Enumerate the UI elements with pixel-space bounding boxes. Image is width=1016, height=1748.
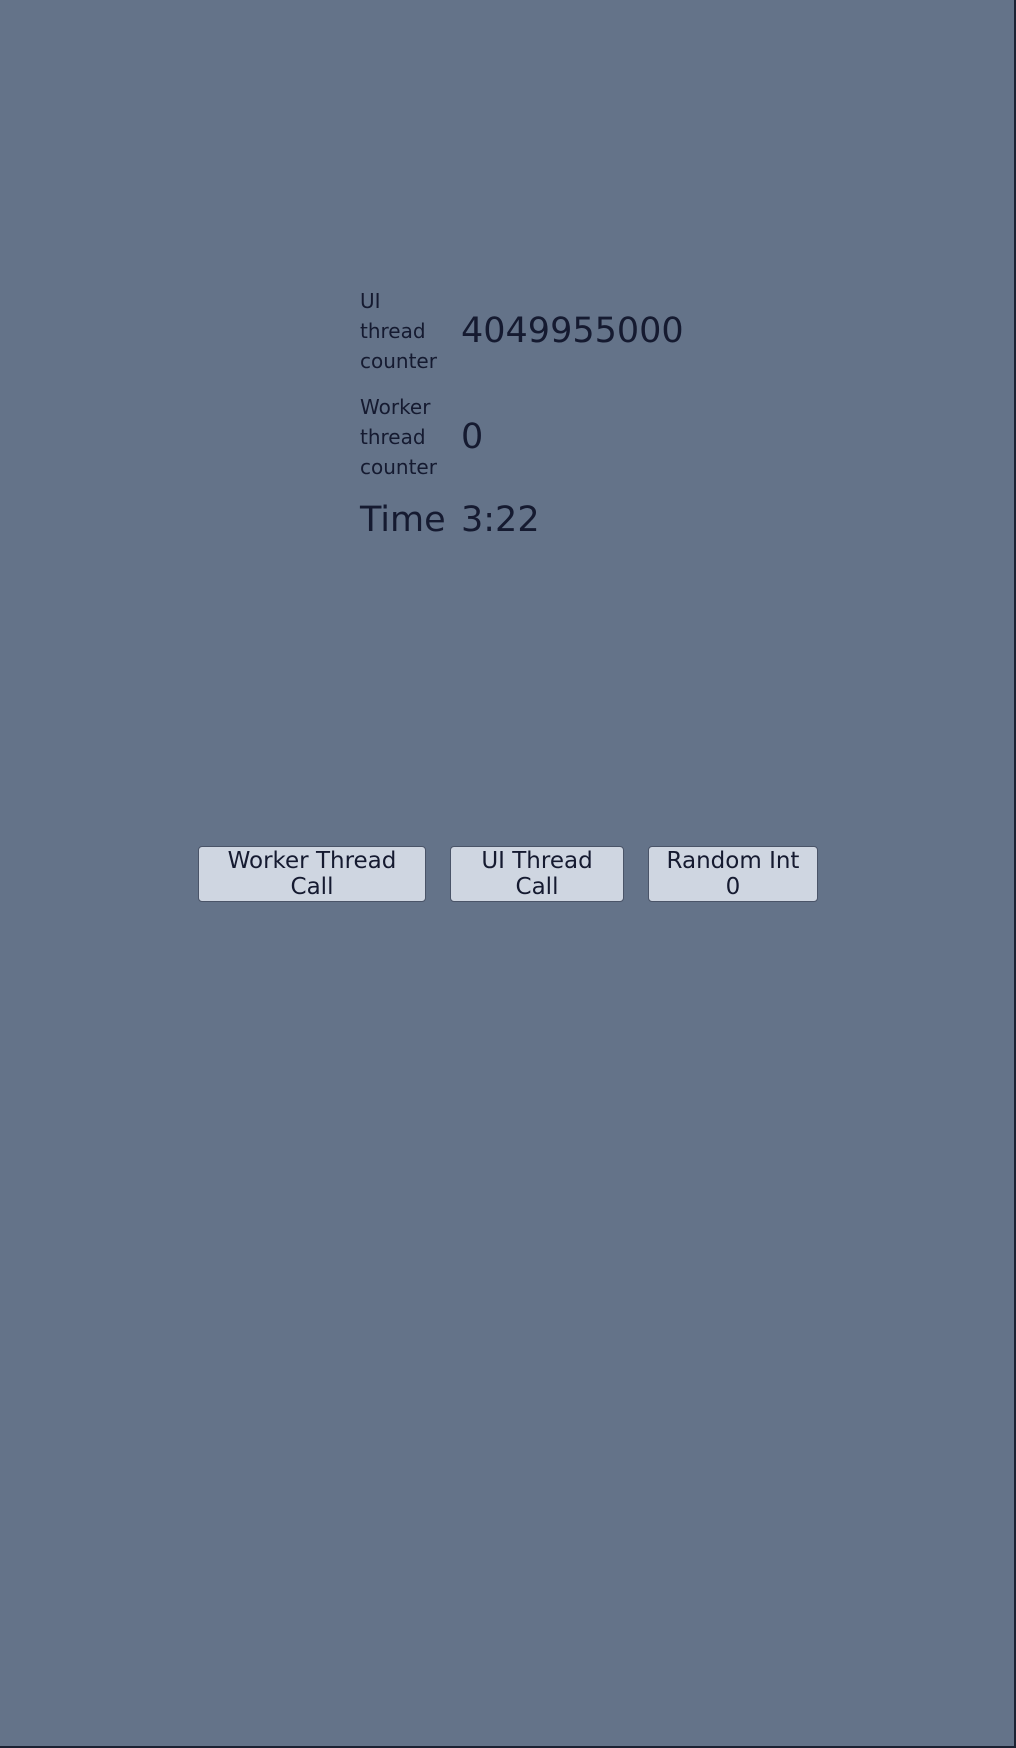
ui-thread-counter-label-line: thread xyxy=(360,319,426,343)
time-value: 3:22 xyxy=(461,500,540,540)
random-int-button[interactable]: Random Int 0 xyxy=(648,846,818,902)
ui-thread-call-button[interactable]: UI Thread Call xyxy=(450,846,624,902)
worker-thread-counter-value: 0 xyxy=(461,417,484,457)
ui-thread-counter-label-line: UI xyxy=(360,289,381,313)
ui-thread-counter-label-line: counter xyxy=(360,349,437,373)
worker-thread-counter-row: Worker thread counter 0 xyxy=(360,392,684,482)
ui-thread-counter-label: UI thread counter xyxy=(360,286,461,376)
worker-thread-counter-label-line: thread xyxy=(360,425,426,449)
time-row: Time 3:22 xyxy=(360,498,684,542)
time-label: Time xyxy=(360,500,446,540)
ui-thread-counter-row: UI thread counter 4049955000 xyxy=(360,286,684,376)
worker-thread-counter-label-line: counter xyxy=(360,455,437,479)
worker-thread-call-button[interactable]: Worker Thread Call xyxy=(198,846,426,902)
worker-thread-counter-label-line: Worker xyxy=(360,395,431,419)
button-bar: Worker Thread Call UI Thread Call Random… xyxy=(198,846,842,902)
worker-thread-counter-label: Worker thread counter xyxy=(360,392,461,482)
stats-panel: UI thread counter 4049955000 Worker thre… xyxy=(360,286,684,558)
ui-thread-counter-value: 4049955000 xyxy=(461,311,684,351)
